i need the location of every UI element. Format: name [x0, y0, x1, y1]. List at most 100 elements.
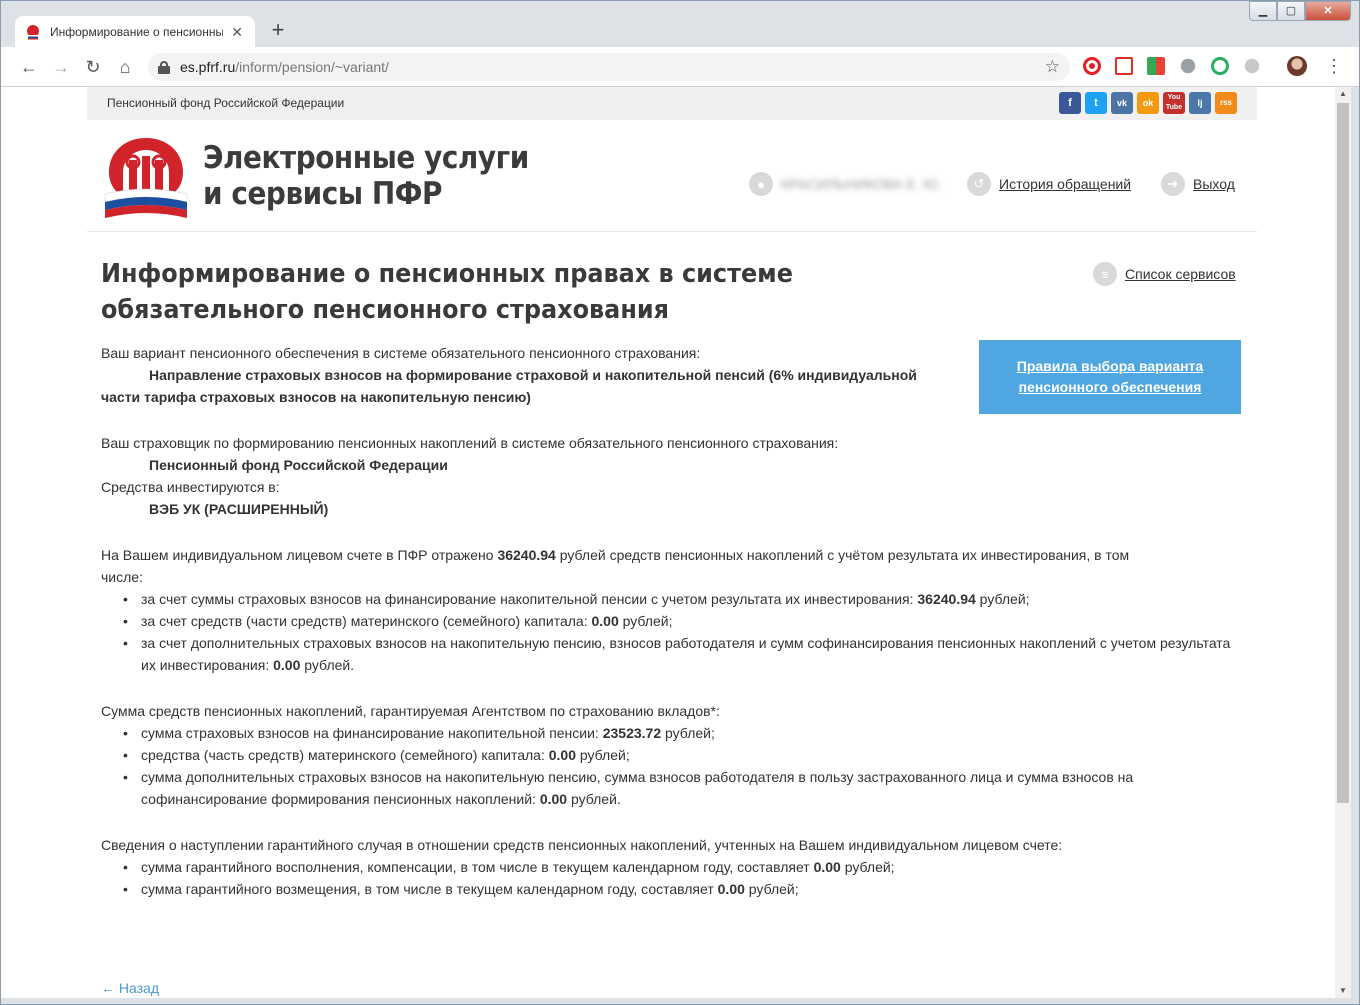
- item-text: сумма гарантийного восполнения, компенса…: [141, 859, 814, 875]
- browser-window: Информирование о пенсионных правах ✕ + ▁…: [0, 0, 1360, 1005]
- rules-button[interactable]: Правила выбора варианта пенсионного обес…: [979, 340, 1241, 414]
- opera-extension-icon[interactable]: [1083, 57, 1101, 75]
- browser-menu-icon[interactable]: ⋮: [1325, 55, 1343, 77]
- site-brand[interactable]: Электронные услуги и сервисы ПФР: [203, 140, 529, 212]
- tab-strip: Информирование о пенсионных правах ✕ + ▁…: [1, 1, 1359, 48]
- account-amount: 36240.94: [497, 547, 556, 563]
- top-strip: Пенсионный фонд Российской Федерации f t…: [87, 87, 1257, 120]
- brand-line-1: Электронные услуги: [203, 140, 529, 176]
- invested-label: Средства инвестируются в:: [101, 479, 280, 495]
- guarantee-case-label: Сведения о наступлении гарантийного случ…: [101, 837, 1063, 853]
- scroll-down-arrow-icon[interactable]: ▼: [1335, 984, 1351, 998]
- paw-extension-icon[interactable]: [1180, 58, 1196, 74]
- reload-icon[interactable]: ↻: [81, 55, 105, 79]
- item-unit: рублей;: [618, 613, 673, 629]
- home-icon[interactable]: ⌂: [113, 55, 137, 79]
- item-text: сумма дополнительных страховых взносов н…: [141, 769, 1134, 807]
- account-text-cont: числе:: [101, 569, 143, 585]
- url-host: es.pfrf.ru: [180, 59, 236, 75]
- history-link-group[interactable]: ↺ История обращений: [967, 172, 1131, 196]
- forward-arrow-icon[interactable]: →: [49, 55, 73, 79]
- scroll-up-arrow-icon[interactable]: ▲: [1335, 87, 1351, 101]
- exit-icon: ➜: [1161, 172, 1185, 196]
- top-strip-text: Пенсионный фонд Российской Федерации: [107, 96, 345, 110]
- item-unit: рублей.: [567, 791, 621, 807]
- back-arrow-icon[interactable]: ←: [17, 55, 41, 79]
- google-extension-icon[interactable]: [1147, 57, 1165, 75]
- bookmark-star-icon[interactable]: ☆: [1045, 57, 1060, 77]
- page-title: Информирование о пенсионных правах в сис…: [101, 259, 793, 325]
- list-item: за счет дополнительных страховых взносов…: [101, 632, 1241, 676]
- maximize-button[interactable]: ▢: [1277, 1, 1305, 21]
- tab-title: Информирование о пенсионных правах: [50, 25, 224, 39]
- variant-value: Направление страховых взносов на формиро…: [149, 367, 917, 383]
- invested-value: ВЭБ УК (РАСШИРЕННЫЙ): [149, 501, 329, 517]
- minimize-button[interactable]: ▁: [1249, 1, 1277, 21]
- scroll-thumb[interactable]: [1337, 103, 1349, 803]
- account-summary: На Вашем индивидуальном лицевом счете в …: [101, 544, 1241, 566]
- close-window-button[interactable]: ✕: [1305, 1, 1351, 21]
- lock-icon: [158, 61, 170, 74]
- page-viewport: Пенсионный фонд Российской Федерации f t…: [1, 87, 1335, 998]
- account-text-pre: На Вашем индивидуальном лицевом счете в …: [101, 547, 498, 563]
- url-path: /inform/pension/~variant/: [235, 59, 389, 75]
- item-amount: 0.00: [539, 791, 568, 807]
- guarantee-case-items-list: сумма гарантийного восполнения, компенса…: [101, 856, 1241, 900]
- guaranteed-label: Сумма средств пенсионных накоплений, гар…: [101, 703, 720, 719]
- list-icon: ≡: [1093, 262, 1117, 286]
- account-items-list: за счет суммы страховых взносов на финан…: [101, 588, 1241, 676]
- history-clock-icon: ↺: [967, 172, 991, 196]
- vertical-scrollbar[interactable]: ▲ ▼: [1335, 87, 1351, 998]
- exit-link[interactable]: Выход: [1193, 176, 1235, 192]
- item-unit: рублей;: [661, 725, 715, 741]
- pfr-favicon-icon: [25, 24, 41, 40]
- youtube-icon[interactable]: You Tube: [1163, 92, 1185, 114]
- variant-section: Ваш вариант пенсионного обеспечения в си…: [101, 342, 961, 408]
- vk-icon[interactable]: vk: [1111, 92, 1133, 114]
- item-unit: рублей;: [840, 859, 895, 875]
- pfr-logo[interactable]: [101, 132, 191, 220]
- list-item: за счет суммы страховых взносов на финан…: [101, 588, 1241, 610]
- item-unit: рублей;: [575, 747, 630, 763]
- back-link[interactable]: ← Назад: [101, 980, 159, 996]
- item-amount: 0.00: [548, 747, 576, 763]
- item-text: средства (часть средств) материнского (с…: [141, 747, 549, 763]
- new-tab-button[interactable]: +: [266, 19, 290, 43]
- services-list-link-group[interactable]: ≡ Список сервисов: [1093, 262, 1236, 286]
- facebook-icon[interactable]: f: [1059, 92, 1081, 114]
- guaranteed-items-list: сумма страховых взносов на финансировани…: [101, 722, 1241, 810]
- address-toolbar: ← → ↻ ⌂ es.pfrf.ru/inform/pension/~varia…: [1, 47, 1359, 87]
- list-item: за счет средств (части средств) материнс…: [101, 610, 1241, 632]
- browser-tab[interactable]: Информирование о пенсионных правах ✕: [15, 16, 255, 48]
- address-bar[interactable]: es.pfrf.ru/inform/pension/~variant/ ☆: [148, 53, 1070, 81]
- twitter-icon[interactable]: t: [1085, 92, 1107, 114]
- item-unit: рублей;: [975, 591, 1030, 607]
- rss-icon[interactable]: rss: [1215, 92, 1237, 114]
- item-amount: 0.00: [591, 613, 619, 629]
- livejournal-icon[interactable]: lj: [1189, 92, 1211, 114]
- window-controls: ▁ ▢ ✕: [1249, 1, 1351, 21]
- services-list-link[interactable]: Список сервисов: [1125, 266, 1236, 282]
- item-unit: рублей;: [744, 881, 799, 897]
- insurer-value: Пенсионный фонд Российской Федерации: [149, 457, 448, 473]
- item-text: сумма гарантийного возмещения, в том чис…: [141, 881, 718, 897]
- user-name: КРАСИЛЬНИКОВА Е. Ю.: [781, 176, 942, 192]
- item-amount: 0.00: [717, 881, 745, 897]
- green-circle-extension-icon[interactable]: [1211, 57, 1229, 75]
- item-amount: 23523.72: [602, 725, 662, 741]
- site-header: Электронные услуги и сервисы ПФР ● КРАСИ…: [87, 120, 1257, 232]
- profile-avatar[interactable]: [1287, 56, 1307, 76]
- tab-close-icon[interactable]: ✕: [229, 24, 245, 41]
- gmail-extension-icon[interactable]: [1115, 57, 1133, 75]
- brand-line-2: и сервисы ПФР: [203, 176, 443, 212]
- social-links: f t vk ok You Tube lj rss: [1059, 92, 1237, 114]
- history-link[interactable]: История обращений: [999, 176, 1131, 192]
- item-text: за счет суммы страховых взносов на финан…: [141, 591, 918, 607]
- list-item: сумма гарантийного восполнения, компенса…: [101, 856, 1241, 878]
- exit-link-group[interactable]: ➜ Выход: [1161, 172, 1235, 196]
- odnoklassniki-icon[interactable]: ok: [1137, 92, 1159, 114]
- list-item: сумма страховых взносов на финансировани…: [101, 722, 1241, 744]
- grey-extension-icon[interactable]: [1244, 58, 1260, 74]
- user-profile[interactable]: ● КРАСИЛЬНИКОВА Е. Ю.: [749, 172, 941, 196]
- item-amount: 36240.94: [917, 591, 976, 607]
